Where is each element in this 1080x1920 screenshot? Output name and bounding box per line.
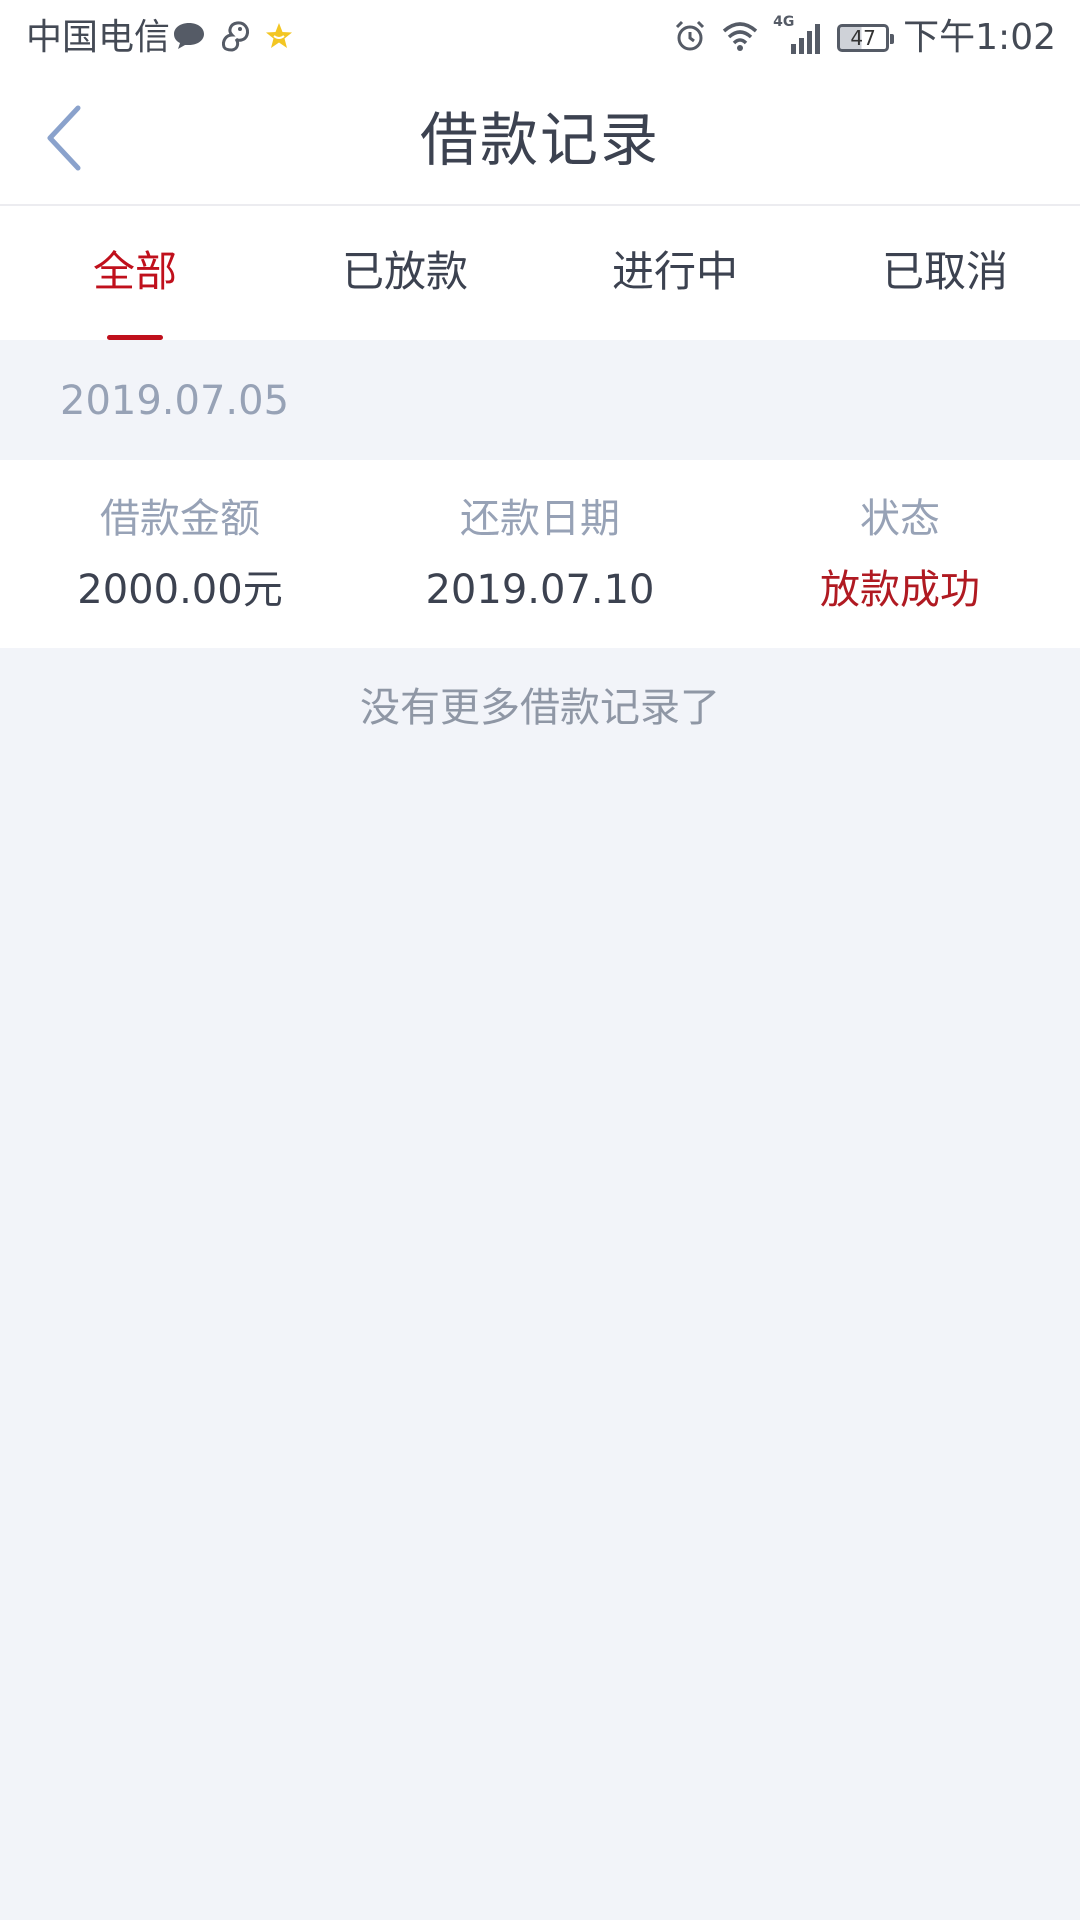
tab-label: 进行中: [611, 246, 738, 296]
alarm-icon: [673, 19, 707, 57]
status-right: 4G 47 下午1:02: [673, 14, 1056, 62]
status-column: 状态 放款成功: [720, 460, 1080, 648]
record-date-header: 2019.07.05: [0, 340, 1080, 460]
wifi-icon: [721, 20, 759, 56]
loan-amount-value: 2000.00元: [77, 567, 283, 613]
filter-tabs: 全部 已放款 进行中 已取消: [0, 206, 1080, 340]
tab-all[interactable]: 全部: [0, 206, 270, 340]
status-time: 下午1:02: [903, 17, 1056, 58]
carrier-name: 中国电信: [26, 17, 171, 58]
tab-label: 全部: [92, 246, 177, 296]
repay-date-column: 还款日期 2019.07.10: [360, 460, 720, 648]
tab-label: 已取消: [881, 246, 1008, 296]
loan-record-card[interactable]: 借款金额 2000.00元 还款日期 2019.07.10 状态 放款成功: [0, 460, 1080, 648]
loan-amount-column: 借款金额 2000.00元: [0, 460, 360, 648]
tab-in-progress[interactable]: 进行中: [540, 206, 810, 340]
nav-bar: 借款记录: [0, 76, 1080, 206]
repay-date-label: 还款日期: [460, 496, 620, 542]
page-title: 借款记录: [419, 106, 660, 174]
tab-disbursed[interactable]: 已放款: [270, 206, 540, 340]
battery-indicator: 47: [837, 24, 895, 52]
repay-date-value: 2019.07.10: [425, 567, 655, 613]
loan-amount-label: 借款金额: [100, 496, 260, 542]
status-bar: 中国电信 4G 47 下午1:02: [0, 0, 1080, 76]
status-label: 状态: [860, 496, 940, 542]
no-more-records-text: 没有更多借款记录了: [360, 685, 720, 731]
star-badge-icon: [264, 21, 294, 55]
tab-cancelled[interactable]: 已取消: [810, 206, 1080, 340]
status-badge: 放款成功: [820, 567, 980, 613]
chat-bubble-icon: [172, 20, 206, 56]
record-date: 2019.07.05: [60, 378, 290, 424]
status-left-icons: [172, 18, 294, 58]
tab-label: 已放款: [341, 246, 468, 296]
signal-4g-icon: 4G: [773, 14, 823, 56]
squirrel-icon: [218, 19, 252, 57]
